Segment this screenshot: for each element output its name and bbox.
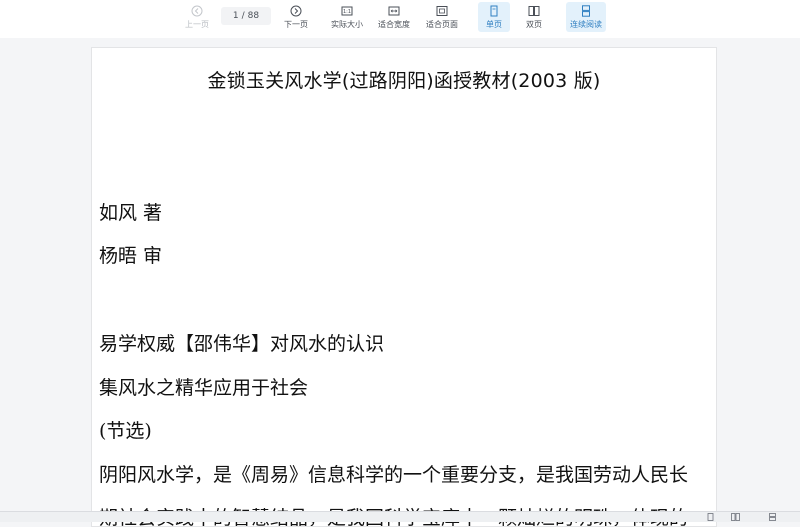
body-paragraph-line: 阴阳风水学，是《周易》信息科学的一个重要分支，是我国劳动人民长 (99, 464, 689, 486)
double-page-icon (528, 6, 540, 16)
single-page-button[interactable]: 单页 (478, 2, 510, 32)
svg-text:1:1: 1:1 (343, 9, 351, 15)
actual-size-button[interactable]: 1:1 实际大小 (328, 2, 366, 32)
fit-page-icon (436, 6, 448, 16)
continuous-scroll-icon (582, 5, 590, 17)
fit-width-button[interactable]: 适合宽度 (375, 2, 413, 32)
actual-size-label: 实际大小 (331, 20, 363, 29)
next-page-button[interactable]: 下一页 (279, 2, 313, 32)
section-subheading: 集风水之精华应用于社会 (99, 377, 309, 399)
status-bar (0, 511, 800, 522)
continuous-reading-label: 连续阅读 (570, 20, 602, 29)
continuous-reading-button[interactable]: 连续阅读 (566, 2, 606, 32)
prev-page-label: 上一页 (185, 20, 209, 29)
single-page-icon (490, 5, 498, 17)
excerpt-note: (节选) (99, 420, 152, 442)
fit-width-label: 适合宽度 (378, 20, 410, 29)
page-current: 1 (232, 11, 239, 21)
section-heading: 易学权威【邵伟华】对风水的认识 (99, 333, 385, 355)
page-total: 88 (247, 11, 260, 21)
fit-width-icon (388, 6, 400, 16)
page-number-input[interactable]: 1 / 88 (221, 7, 271, 25)
single-page-label: 单页 (486, 20, 502, 29)
actual-size-icon: 1:1 (341, 6, 353, 16)
viewer-toolbar: 上一页 1 / 88 下一页 1:1 实际大小 适合宽度 适合页面 单页 双页 … (0, 0, 800, 38)
double-page-view-icon[interactable] (731, 513, 740, 521)
fit-page-label: 适合页面 (426, 20, 458, 29)
prev-page-button[interactable]: 上一页 (180, 2, 214, 32)
single-page-view-icon[interactable] (706, 513, 715, 521)
chevron-left-circle-icon (191, 5, 203, 17)
next-page-label: 下一页 (284, 20, 308, 29)
page-separator: / (241, 11, 245, 21)
continuous-view-icon[interactable] (768, 513, 777, 521)
document-page: 金锁玉关风水学(过路阴阳)函授教材(2003 版) 如风 著 杨晤 审 易学权威… (91, 47, 717, 527)
chevron-right-circle-icon (290, 5, 302, 17)
document-title: 金锁玉关风水学(过路阴阳)函授教材(2003 版) (207, 70, 601, 92)
double-page-label: 双页 (526, 20, 542, 29)
reviewer-line: 杨晤 审 (99, 245, 163, 267)
fit-page-button[interactable]: 适合页面 (423, 2, 461, 32)
author-line: 如风 著 (99, 202, 163, 224)
double-page-button[interactable]: 双页 (518, 2, 550, 32)
